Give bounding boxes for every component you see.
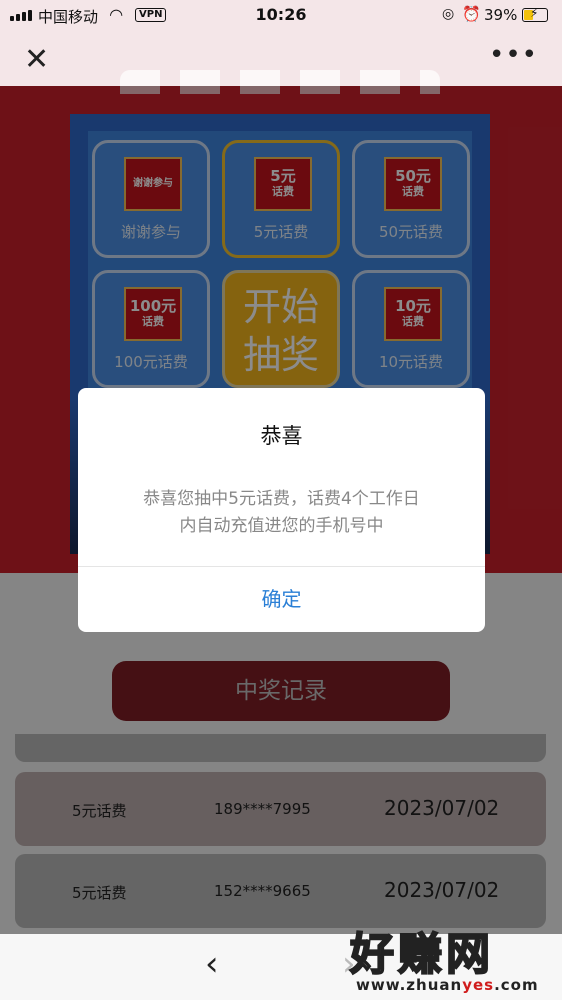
url-part: yes: [462, 976, 495, 994]
battery-percent: 39%: [484, 6, 518, 24]
alarm-icon: ⏰: [462, 5, 481, 23]
rotation-lock-icon: ◎: [442, 6, 455, 22]
watermark-url: www.zhuanyes.com: [356, 976, 539, 994]
battery-icon: ⚡: [522, 6, 548, 22]
watermark-logo: 好赚网 www.zhuanyes.com: [349, 918, 560, 1000]
close-icon[interactable]: ✕: [24, 42, 49, 77]
status-bar: 中国移动 ◠ VPN 10:26 ◎ ⏰ 39% ⚡: [0, 0, 562, 32]
ok-button[interactable]: 确定: [78, 566, 485, 632]
dialog-message-line2: 内自动充值进您的手机号中: [179, 516, 384, 536]
dialog-message: 恭喜您抽中5元话费，话费4个工作日 内自动充值进您的手机号中: [108, 486, 455, 540]
dialog-message-line1: 恭喜您抽中5元话费，话费4个工作日: [143, 489, 420, 509]
more-icon[interactable]: •••: [489, 40, 538, 70]
dialog-title: 恭喜: [260, 424, 303, 448]
congrats-dialog: 恭喜 恭喜您抽中5元话费，话费4个工作日 内自动充值进您的手机号中 确定: [78, 388, 485, 632]
watermark-text: 好赚网: [349, 928, 494, 981]
back-icon[interactable]: ‹: [205, 944, 219, 984]
url-part: www.zhuan: [356, 976, 463, 994]
url-part: .com: [494, 976, 539, 994]
